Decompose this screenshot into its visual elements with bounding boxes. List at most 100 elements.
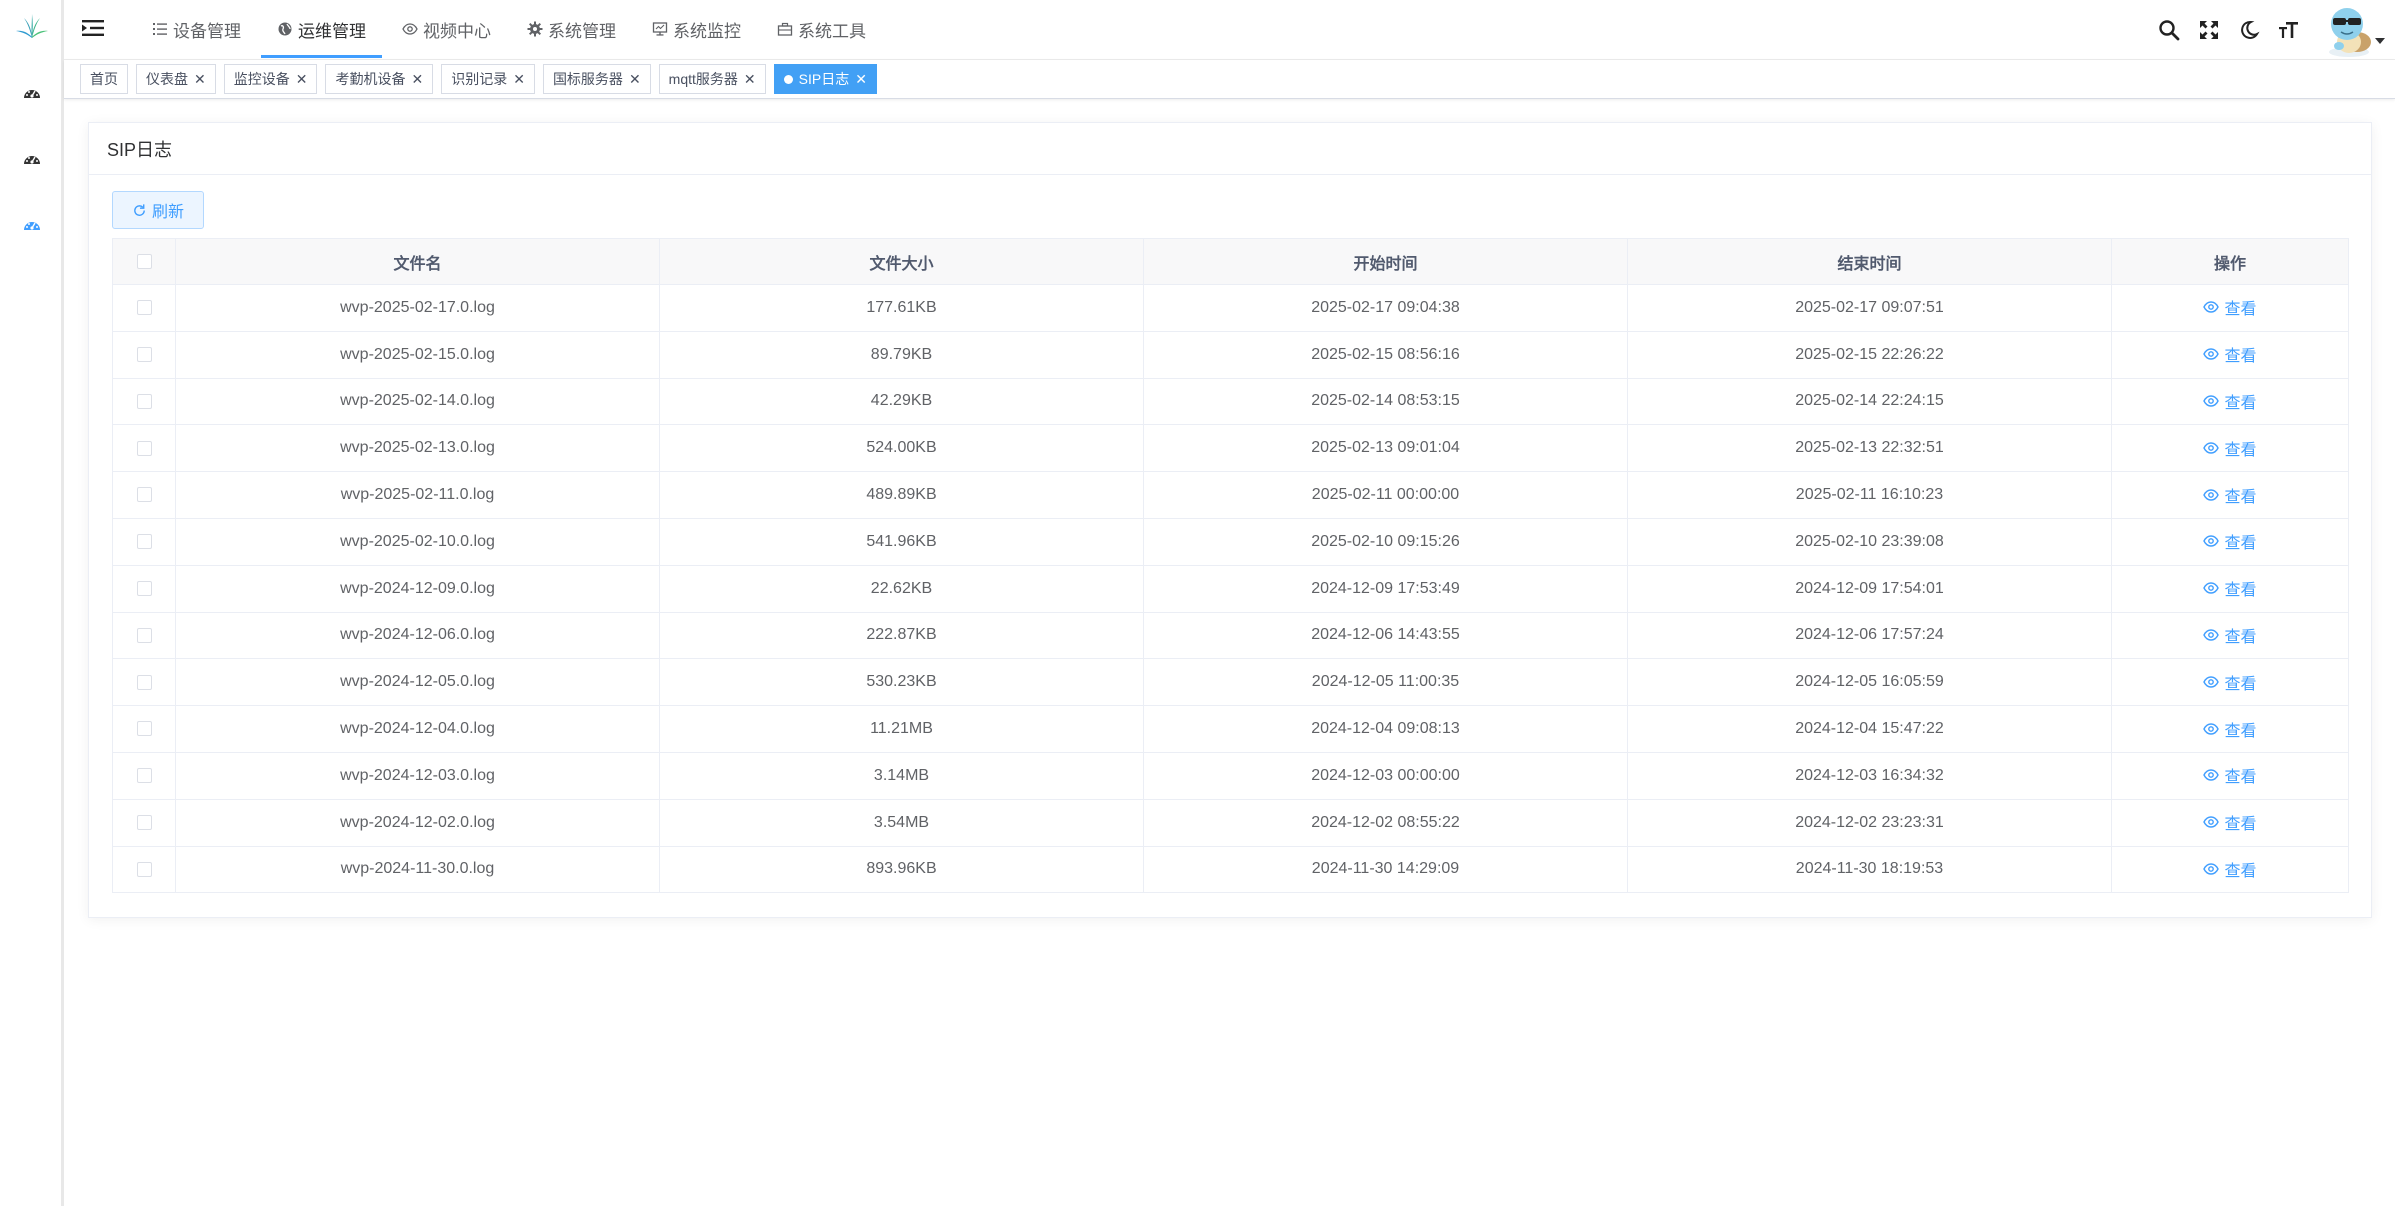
moon-icon: [2241, 20, 2260, 39]
menu-item-label: 设备管理: [173, 21, 241, 41]
tag-attendance-devices[interactable]: 考勤机设备 ✕: [325, 64, 434, 94]
cell-file-name: wvp-2024-12-05.0.log: [175, 658, 660, 707]
cell-file-size: 3.54MB: [659, 799, 1144, 847]
tag-mqtt-server[interactable]: mqtt服务器 ✕: [658, 64, 766, 94]
menu-item-label: 系统监控: [673, 21, 741, 41]
table-row: wvp-2025-02-13.0.log 524.00KB 2025-02-13 0…: [112, 424, 2349, 473]
view-button[interactable]: 查看: [2203, 670, 2257, 694]
tag-monitor-devices[interactable]: 监控设备 ✕: [223, 64, 318, 94]
table-row: wvp-2024-12-03.0.log 3.14MB 2024-12-03 00:…: [112, 752, 2349, 800]
active-dot-icon: [783, 74, 793, 84]
tag-label: 仪表盘: [146, 71, 188, 87]
row-select-cell: [112, 799, 176, 847]
cell-action: 查看: [2111, 471, 2349, 519]
cell-file-name: wvp-2024-12-06.0.log: [175, 612, 660, 660]
view-button[interactable]: 查看: [2203, 295, 2257, 319]
row-checkbox[interactable]: [136, 674, 152, 690]
menu-item-label: 运维管理: [298, 21, 366, 41]
cell-end-time: 2025-02-17 09:07:51: [1627, 284, 2112, 332]
cell-start-time: 2025-02-14 08:53:15: [1143, 378, 1628, 426]
table-row: wvp-2025-02-15.0.log 89.79KB 2025-02-15 08…: [112, 331, 2349, 379]
font-size-icon: [2279, 22, 2298, 38]
refresh-button[interactable]: 刷新: [112, 191, 204, 229]
row-checkbox[interactable]: [136, 861, 152, 877]
tag-dashboard[interactable]: 仪表盘 ✕: [136, 64, 216, 94]
close-icon[interactable]: ✕: [855, 71, 867, 88]
view-label: 查看: [2224, 535, 2257, 553]
view-button[interactable]: 查看: [2203, 576, 2257, 600]
close-icon[interactable]: ✕: [629, 71, 641, 88]
dashboard-icon[interactable]: [22, 150, 42, 166]
cell-file-name: wvp-2025-02-14.0.log: [175, 378, 660, 426]
view-button[interactable]: 查看: [2203, 436, 2257, 460]
cell-start-time: 2024-12-03 00:00:00: [1143, 752, 1628, 800]
tag-sip-log[interactable]: SIP日志 ✕: [773, 64, 877, 94]
close-icon[interactable]: ✕: [194, 71, 206, 88]
row-checkbox[interactable]: [136, 768, 152, 784]
view-button[interactable]: 查看: [2203, 717, 2257, 741]
menu-item-ops-management[interactable]: 运维管理: [259, 0, 384, 58]
logo-icon: [16, 14, 48, 38]
row-checkbox[interactable]: [136, 580, 152, 596]
cell-start-time: 2025-02-10 09:15:26: [1143, 518, 1628, 566]
menu-item-system-monitor[interactable]: 系统监控: [634, 0, 759, 58]
table-row: wvp-2025-02-14.0.log 42.29KB 2025-02-14 08…: [112, 378, 2349, 426]
search-button[interactable]: [2149, 10, 2189, 50]
close-icon[interactable]: ✕: [513, 71, 525, 88]
toolbox-icon: [777, 22, 793, 36]
row-checkbox[interactable]: [136, 300, 152, 316]
card-title: SIP日志: [107, 139, 173, 160]
view-button[interactable]: 查看: [2203, 389, 2257, 413]
view-button[interactable]: 查看: [2203, 810, 2257, 834]
cell-end-time: 2025-02-10 23:39:08: [1627, 518, 2112, 566]
user-avatar[interactable]: [2319, 2, 2385, 58]
table-row: wvp-2025-02-17.0.log 177.61KB 2025-02-17 0…: [112, 284, 2349, 332]
menu-item-video-center[interactable]: 视频中心: [384, 0, 509, 58]
cell-file-size: 22.62KB: [659, 565, 1144, 613]
menu-item-system-tools[interactable]: 系统工具: [759, 0, 884, 58]
eye-icon: [2203, 301, 2220, 314]
cell-action: 查看: [2111, 752, 2349, 800]
tag-gb-server[interactable]: 国标服务器 ✕: [542, 64, 651, 94]
cell-end-time: 2024-12-02 23:23:31: [1627, 799, 2112, 847]
row-checkbox[interactable]: [136, 627, 152, 643]
close-icon[interactable]: ✕: [411, 71, 423, 88]
dashboard-icon[interactable]: [22, 84, 42, 100]
dashboard-icon[interactable]: [22, 216, 42, 232]
view-button[interactable]: 查看: [2203, 529, 2257, 553]
view-label: 查看: [2224, 769, 2257, 787]
select-all-checkbox[interactable]: [136, 253, 152, 269]
row-checkbox[interactable]: [136, 814, 152, 830]
close-icon[interactable]: ✕: [744, 71, 756, 88]
column-header-size: 文件大小: [659, 238, 1144, 285]
fullscreen-button[interactable]: [2189, 10, 2229, 50]
menu-item-system-management[interactable]: 系统管理: [509, 0, 634, 58]
theme-toggle-button[interactable]: [2229, 10, 2269, 50]
sip-log-card: SIP日志 刷新 文件名 文件大小 开始时间 结束时间 操作 wvp-2025-…: [88, 122, 2372, 918]
row-checkbox[interactable]: [136, 346, 152, 362]
view-button[interactable]: 查看: [2203, 483, 2257, 507]
row-checkbox[interactable]: [136, 534, 152, 550]
tag-label: SIP日志: [798, 71, 850, 87]
tag-recognition-records[interactable]: 识别记录 ✕: [441, 64, 535, 94]
view-button[interactable]: 查看: [2203, 857, 2257, 881]
font-size-button[interactable]: [2269, 10, 2309, 50]
view-button[interactable]: 查看: [2203, 763, 2257, 787]
cell-file-size: 11.21MB: [659, 705, 1144, 753]
row-checkbox[interactable]: [136, 721, 152, 737]
view-label: 查看: [2224, 628, 2257, 646]
row-checkbox[interactable]: [136, 440, 152, 456]
cell-file-name: wvp-2024-11-30.0.log: [175, 846, 660, 894]
menu-item-device-management[interactable]: 设备管理: [134, 0, 259, 58]
cell-start-time: 2025-02-15 08:56:16: [1143, 331, 1628, 379]
row-checkbox[interactable]: [136, 487, 152, 503]
close-icon[interactable]: ✕: [296, 71, 308, 88]
cell-start-time: 2024-12-04 09:08:13: [1143, 705, 1628, 753]
tag-home[interactable]: 首页: [80, 64, 128, 94]
row-checkbox[interactable]: [136, 393, 152, 409]
view-button[interactable]: 查看: [2203, 342, 2257, 366]
menu-toggle-icon[interactable]: [82, 18, 104, 38]
view-button[interactable]: 查看: [2203, 623, 2257, 647]
cell-action: 查看: [2111, 799, 2349, 847]
cell-file-name: wvp-2024-12-09.0.log: [175, 565, 660, 613]
